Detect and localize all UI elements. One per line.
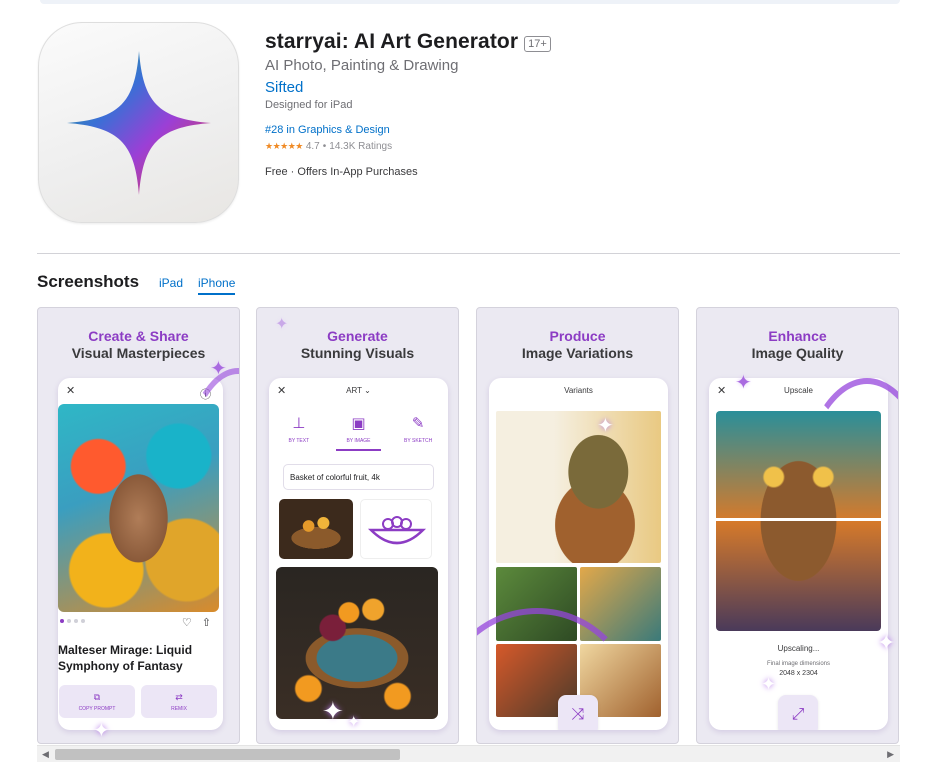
scrollbar-thumb[interactable]: [55, 749, 400, 760]
mode-by-image: ▣ BY IMAGE: [335, 414, 381, 451]
category-rank-link[interactable]: #28 in Graphics & Design: [265, 124, 390, 136]
variant-main-image: [496, 411, 661, 563]
upscaling-status: Upscaling...: [777, 644, 820, 653]
mode-tabs: ⊥ BY TEXT ▣ BY IMAGE ✎ BY SKETCH: [269, 414, 448, 451]
mode-by-text: ⊥ BY TEXT: [276, 414, 321, 451]
sketch-icon: ✎: [411, 415, 425, 432]
card-subhead: Visual Masterpieces: [71, 345, 206, 361]
artwork-title: Malteser Mirage: Liquid Symphony of Fant…: [58, 643, 193, 673]
text-icon: ⊥: [292, 415, 306, 432]
sparkle-icon: ✦: [347, 714, 361, 731]
sparkle-icon: ✦: [322, 696, 344, 726]
sparkle-icon: ✦: [735, 372, 752, 394]
reference-photo: [279, 499, 353, 559]
ratings-count: 14.3K Ratings: [329, 141, 393, 152]
copy-icon: ⧉: [93, 692, 101, 702]
app-title: starryai: AI Art Generator: [265, 30, 519, 53]
screenshot-card-2[interactable]: Generate Stunning Visuals ✦ ✕ ART ⌄ ⊥ BY…: [256, 307, 459, 744]
developer-link[interactable]: Sifted: [265, 79, 303, 96]
variants-header: Variants: [564, 386, 593, 395]
screenshot-card-1[interactable]: Create & Share Visual Masterpieces ✕ ⓘ ♡…: [37, 307, 240, 744]
sparkle-icon: ✦: [275, 316, 289, 333]
mode-by-sketch: ✎ BY SKETCH: [396, 414, 441, 451]
card-subhead: Image Quality: [751, 345, 844, 361]
designed-for: Designed for iPad: [265, 99, 353, 111]
four-point-star-icon: [67, 51, 211, 195]
card-headline: Enhance: [768, 328, 827, 344]
generated-fruit-image: [276, 567, 438, 719]
app-subtitle: AI Photo, Painting & Drawing: [265, 57, 459, 74]
basket-sketch-icon: [367, 516, 427, 545]
pagination-dots: [60, 619, 85, 623]
action-icons: ♡ ⇧: [182, 616, 211, 629]
horizontal-scrollbar[interactable]: ◀ ▶: [37, 745, 900, 762]
card-subhead: Image Variations: [521, 345, 634, 361]
card-headline: Create & Share: [88, 328, 189, 344]
scroll-right-icon[interactable]: ▶: [887, 749, 894, 760]
sparkle-icon: ✦: [877, 630, 896, 655]
remix-button: ⇄ REMIX: [141, 685, 217, 718]
sparkle-icon: ✦: [93, 720, 110, 742]
dimensions-value: 2048 x 2304: [779, 670, 818, 677]
art-dropdown: ART ⌄: [346, 386, 371, 395]
screenshot-card-3[interactable]: Produce Image Variations Variants ⤨ ✦: [476, 307, 679, 744]
tab-iphone[interactable]: iPhone: [198, 276, 236, 295]
top-strip: [40, 0, 900, 4]
sparkle-icon: ✦: [210, 358, 227, 380]
copy-prompt-button: ⧉ COPY PROMPT: [59, 685, 135, 718]
close-icon: ✕: [66, 385, 76, 397]
sparkle-icon: ✦: [761, 674, 777, 694]
rating-row: ★★★★★ 4.7 • 14.3K Ratings: [265, 141, 392, 152]
remix-icon: ⇄: [175, 692, 183, 702]
section-divider: [37, 253, 900, 254]
card-subhead: Stunning Visuals: [300, 345, 415, 361]
rating-separator: •: [322, 141, 327, 152]
prompt-input: Basket of colorful fruit, 4k: [283, 464, 434, 490]
expand-icon: ⤢: [778, 695, 818, 730]
share-icon: ⇧: [201, 617, 211, 629]
heart-icon: ♡: [181, 617, 192, 629]
title-row: starryai: AI Art Generator 17+: [265, 30, 551, 54]
image-icon: ▣: [351, 415, 366, 432]
tab-ipad[interactable]: iPad: [159, 276, 183, 293]
star-rating-icon: ★★★★★: [265, 141, 303, 151]
phone-mockup: ✕ ART ⌄ ⊥ BY TEXT ▣ BY IMAGE ✎ BY SKETCH…: [269, 378, 448, 730]
screenshot-card-4[interactable]: Enhance Image Quality ✕ Upscale Upscalin…: [696, 307, 899, 744]
app-icon: [38, 22, 239, 223]
screenshots-heading: Screenshots: [37, 272, 140, 291]
price-info: Free · Offers In-App Purchases: [265, 166, 418, 178]
rating-value: 4.7: [305, 141, 320, 152]
card-headline: Produce: [549, 328, 606, 344]
sparkle-icon: ✦: [597, 415, 614, 437]
age-rating-badge: 17+: [524, 35, 551, 52]
dimensions-label: Final image dimensions: [766, 661, 831, 667]
sketch-thumbnail: [360, 499, 432, 559]
scroll-left-icon[interactable]: ◀: [42, 749, 49, 760]
